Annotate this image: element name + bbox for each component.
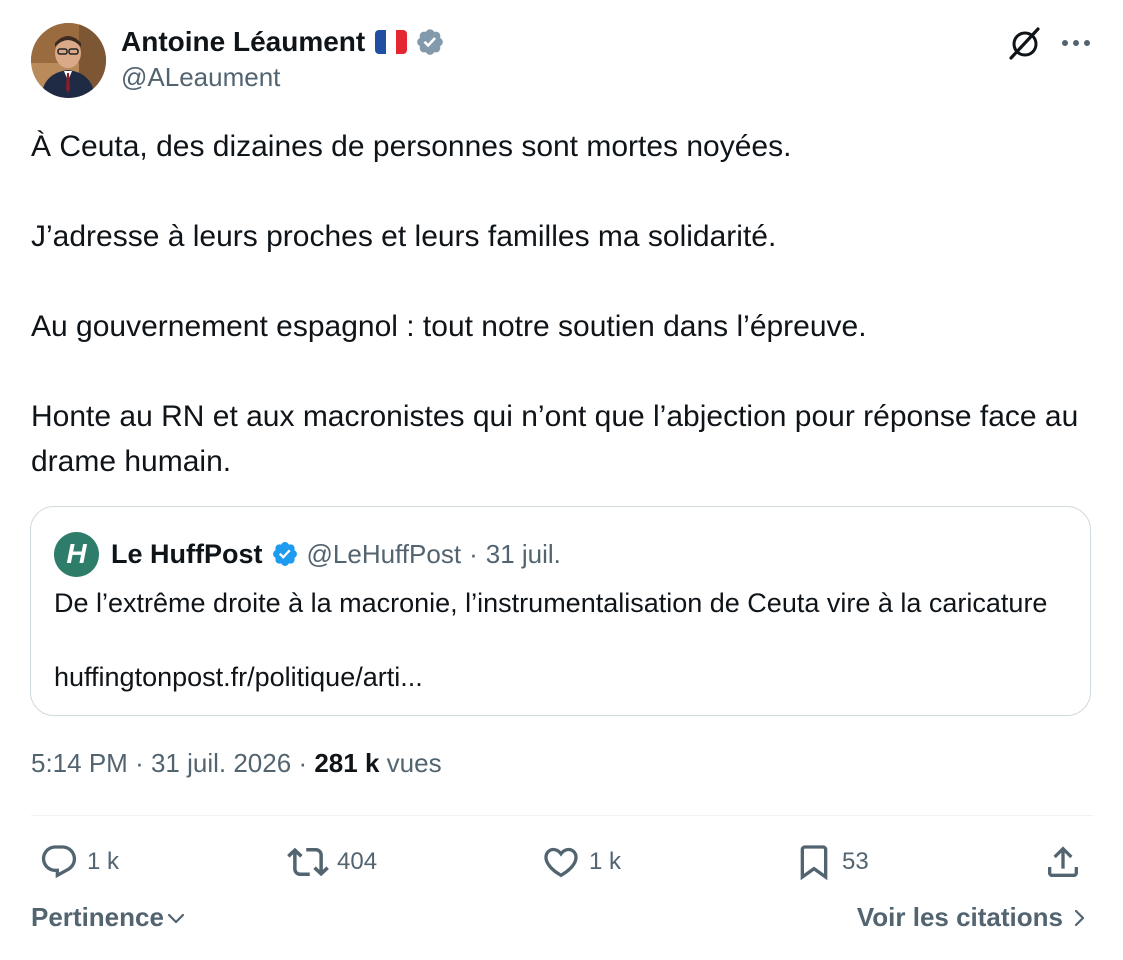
france-flag-icon	[375, 30, 408, 54]
bookmark-icon	[800, 845, 828, 881]
verified-badge-icon[interactable]	[415, 27, 445, 57]
views-count: 281 k	[314, 748, 380, 778]
separator-dot: ·	[469, 538, 478, 569]
tweet-paragraph: J’adresse à leurs proches et leurs famil…	[31, 220, 777, 253]
reply-icon	[41, 845, 77, 879]
heart-icon	[544, 847, 578, 878]
chevron-down-icon	[167, 913, 185, 923]
separator-dot: ·	[298, 748, 308, 778]
tweet-paragraph: Au gouvernement espagnol : tout notre so…	[31, 310, 867, 343]
view-quotes-link[interactable]: Voir les citations	[857, 902, 1087, 933]
quoted-tweet-card[interactable]: H Le HuffPost @LeHuffPost · 31 juil. De …	[30, 506, 1091, 716]
bookmark-button[interactable]: 53	[794, 840, 869, 884]
quoted-tweet-header: H Le HuffPost @LeHuffPost · 31 juil.	[54, 531, 561, 577]
tweet-time[interactable]: 5:14 PM	[31, 748, 128, 778]
view-quotes-label: Voir les citations	[856, 902, 1063, 932]
author-avatar[interactable]	[31, 23, 106, 98]
quoted-date[interactable]: 31 juil.	[486, 539, 561, 570]
chevron-right-icon	[1074, 909, 1085, 926]
retweet-count: 404	[337, 848, 378, 875]
sort-label: Pertinence	[31, 902, 164, 932]
bookmark-count: 53	[842, 848, 869, 875]
quoted-author-name[interactable]: Le HuffPost	[111, 539, 263, 570]
quoted-tweet-text: De l’extrême droite à la macronie, l’ins…	[54, 588, 1048, 618]
retweet-button[interactable]: 404	[287, 840, 377, 884]
like-count: 1 k	[589, 848, 622, 875]
views-label: vues	[386, 748, 442, 778]
grok-icon[interactable]	[1005, 23, 1045, 63]
tweet-date[interactable]: 31 juil. 2026	[151, 748, 291, 778]
like-button[interactable]: 1 k	[541, 840, 621, 884]
avatar-image	[31, 23, 106, 98]
tweet-detail: Antoine Léaument @ALeaument À Ceuta, des…	[0, 0, 1123, 960]
tweet-text: À Ceuta, des dizaines de personnes sont …	[31, 124, 1091, 484]
quoted-author-handle[interactable]: @LeHuffPost	[307, 539, 462, 570]
reply-count: 1 k	[87, 848, 120, 875]
author-name-row: Antoine Léaument	[121, 24, 445, 60]
huffpost-logo-icon[interactable]: H	[54, 531, 99, 577]
reply-button[interactable]: 1 k	[39, 840, 119, 884]
verified-badge-icon	[271, 540, 299, 568]
retweet-icon	[287, 847, 329, 877]
more-icon[interactable]	[1056, 23, 1096, 63]
author-handle[interactable]: @ALeaument	[121, 62, 280, 93]
divider	[31, 815, 1093, 816]
share-button[interactable]	[1043, 840, 1083, 884]
tweet-paragraph: Honte au RN et aux macronistes qui n’ont…	[31, 400, 1079, 478]
sort-dropdown[interactable]: Pertinence	[31, 902, 186, 933]
quoted-tweet-link[interactable]: huffingtonpost.fr/politique/arti...	[54, 659, 423, 696]
author-name[interactable]: Antoine Léaument	[121, 26, 365, 58]
tweet-meta: 5:14 PM · 31 juil. 2026 · 281 k vues	[31, 748, 442, 779]
share-icon	[1048, 846, 1078, 877]
separator-dot: ·	[135, 748, 144, 778]
tweet-paragraph: À Ceuta, des dizaines de personnes sont …	[31, 130, 792, 163]
